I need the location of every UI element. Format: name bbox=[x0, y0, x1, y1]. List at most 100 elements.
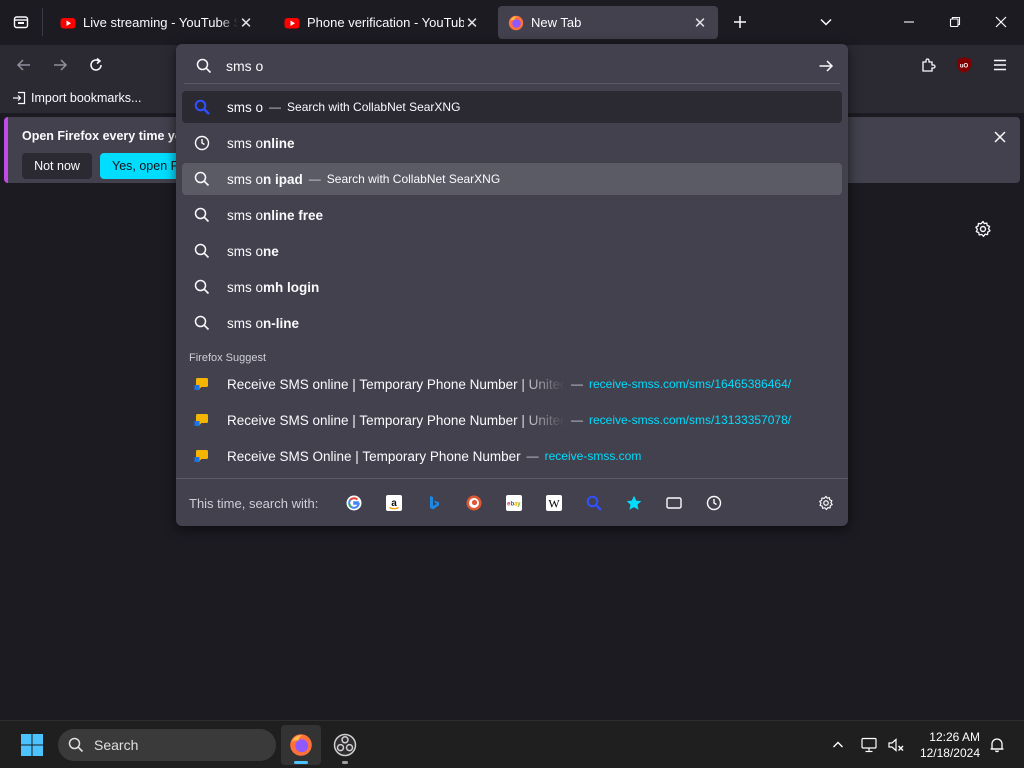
windows-logo-icon bbox=[21, 734, 43, 756]
firefox-suggest-row[interactable]: Receive SMS Online | Temporary Phone Num… bbox=[182, 440, 842, 472]
go-arrow-icon[interactable] bbox=[818, 58, 834, 74]
suggestion-row[interactable]: sms o ne bbox=[182, 235, 842, 267]
window-restore-button[interactable] bbox=[932, 0, 978, 44]
taskbar-obs-button[interactable] bbox=[325, 725, 365, 765]
history-clock-icon bbox=[706, 495, 722, 511]
engine-amazon-button[interactable]: a bbox=[384, 493, 404, 513]
engine-google-button[interactable] bbox=[344, 493, 364, 513]
svg-text:uO: uO bbox=[960, 64, 969, 70]
search-tabs-button[interactable] bbox=[664, 493, 684, 513]
import-icon bbox=[13, 91, 26, 105]
suggestion-rest: n-line bbox=[263, 315, 300, 331]
firefox-suggest-row[interactable]: Receive SMS online | Temporary Phone Num… bbox=[182, 368, 842, 400]
engine-searxng-button[interactable] bbox=[584, 493, 604, 513]
window-close-button[interactable] bbox=[978, 0, 1024, 44]
taskbar-firefox-button[interactable] bbox=[281, 725, 321, 765]
urlbar[interactable] bbox=[184, 48, 840, 84]
urlbar-popup: sms o — Search with CollabNet SearXNG sm… bbox=[176, 44, 848, 526]
windows-taskbar: Search 12:26 AM 12/18/2024 bbox=[0, 720, 1024, 768]
chevron-down-icon bbox=[820, 18, 832, 26]
close-icon bbox=[994, 131, 1006, 143]
obs-studio-icon bbox=[333, 733, 357, 757]
reload-button[interactable] bbox=[82, 49, 110, 81]
suggestion-rest: nline bbox=[263, 135, 295, 151]
suggest-title: Receive SMS online | Temporary Phone Num… bbox=[227, 376, 565, 392]
newtab-customize-button[interactable] bbox=[970, 216, 996, 242]
suggestion-row[interactable]: sms on ipad — Search with CollabNet Sear… bbox=[182, 163, 842, 195]
suggestion-row[interactable]: sms o nline bbox=[182, 127, 842, 159]
application-menu-button[interactable] bbox=[986, 49, 1014, 81]
system-clock[interactable]: 12:26 AM 12/18/2024 bbox=[920, 729, 980, 761]
window-minimize-button[interactable] bbox=[886, 0, 932, 44]
volume-button[interactable] bbox=[884, 729, 908, 761]
notification-close-button[interactable] bbox=[988, 125, 1012, 149]
suggestion-typed: sms o bbox=[227, 279, 264, 295]
one-off-search-bar: This time, search with: a e b a y W bbox=[176, 478, 848, 526]
arrow-left-icon bbox=[16, 59, 30, 71]
google-icon bbox=[346, 495, 362, 511]
notification-text: Open Firefox every time you bbox=[22, 129, 191, 143]
tab-phone-verification[interactable]: Phone verification - YouTube ✕ bbox=[274, 6, 490, 39]
tab-new-tab[interactable]: New Tab ✕ bbox=[498, 6, 718, 39]
tab-divider bbox=[42, 8, 43, 36]
separator: — bbox=[269, 100, 282, 114]
engine-bing-button[interactable] bbox=[424, 493, 444, 513]
suggestion-typed: sms o bbox=[227, 99, 264, 115]
tab-close-icon[interactable]: ✕ bbox=[692, 14, 708, 32]
history-clock-icon bbox=[194, 135, 210, 151]
separator: — bbox=[526, 449, 539, 463]
import-bookmarks-label: Import bookmarks... bbox=[31, 91, 142, 105]
searxng-icon bbox=[586, 495, 602, 511]
search-icon bbox=[194, 207, 210, 223]
tab-close-icon[interactable]: ✕ bbox=[464, 14, 480, 32]
suggest-url: receive-smss.com bbox=[544, 449, 642, 463]
ublock-origin-button[interactable]: uO bbox=[950, 49, 978, 81]
network-status-button[interactable] bbox=[858, 729, 882, 761]
start-button[interactable] bbox=[14, 727, 50, 763]
suggestion-row[interactable]: sms o n-line bbox=[182, 307, 842, 339]
import-bookmarks-button[interactable]: Import bookmarks... bbox=[12, 91, 141, 105]
show-hidden-icons-button[interactable] bbox=[826, 729, 850, 761]
list-all-tabs-button[interactable] bbox=[812, 0, 840, 44]
tab-close-icon[interactable]: ✕ bbox=[238, 14, 254, 32]
search-settings-button[interactable] bbox=[816, 493, 836, 513]
search-history-button[interactable] bbox=[704, 493, 724, 513]
taskbar-search-box[interactable]: Search bbox=[58, 729, 276, 761]
back-button[interactable] bbox=[10, 49, 38, 81]
suggestion-rest: ne bbox=[263, 243, 279, 259]
firefox-view-button[interactable] bbox=[0, 0, 42, 44]
ublock-origin-icon: uO bbox=[957, 57, 971, 73]
notifications-button[interactable] bbox=[984, 729, 1010, 761]
restore-icon bbox=[949, 16, 961, 28]
forward-button[interactable] bbox=[46, 49, 74, 81]
tab-live-streaming[interactable]: Live streaming - YouTube Studio ✕ bbox=[50, 6, 264, 39]
firefox-suggest-row[interactable]: Receive SMS online | Temporary Phone Num… bbox=[182, 404, 842, 436]
engine-duckduckgo-button[interactable] bbox=[464, 493, 484, 513]
search-icon bbox=[194, 315, 210, 331]
suggestion-row[interactable]: sms o mh login bbox=[182, 271, 842, 303]
monitor-network-icon bbox=[861, 737, 877, 753]
taskbar-search-label: Search bbox=[94, 737, 139, 753]
tabs-icon bbox=[666, 497, 682, 509]
suggestion-typed: sms o bbox=[227, 207, 264, 223]
search-bookmarks-button[interactable] bbox=[624, 493, 644, 513]
suggestion-typed: sms o bbox=[227, 243, 264, 259]
search-icon bbox=[68, 737, 84, 753]
suggestion-row[interactable]: sms o — Search with CollabNet SearXNG bbox=[182, 91, 842, 123]
separator: — bbox=[571, 413, 583, 427]
extensions-button[interactable] bbox=[914, 49, 942, 81]
suggest-url: receive-smss.com/sms/16465386464/ bbox=[589, 377, 792, 391]
bell-icon bbox=[990, 738, 1004, 753]
engine-ebay-button[interactable]: e b a y bbox=[504, 493, 524, 513]
duckduckgo-icon bbox=[466, 495, 482, 511]
suggestion-row[interactable]: sms o nline free bbox=[182, 199, 842, 231]
not-now-button[interactable]: Not now bbox=[22, 153, 92, 179]
speaker-muted-icon bbox=[888, 738, 904, 752]
clock-time: 12:26 AM bbox=[929, 730, 980, 744]
chevron-up-icon bbox=[833, 741, 843, 748]
suggestion-rest: mh login bbox=[263, 279, 320, 295]
new-tab-button[interactable] bbox=[726, 0, 754, 44]
urlbar-input[interactable] bbox=[226, 56, 786, 76]
search-icon bbox=[194, 279, 210, 295]
engine-wikipedia-button[interactable]: W bbox=[544, 493, 564, 513]
